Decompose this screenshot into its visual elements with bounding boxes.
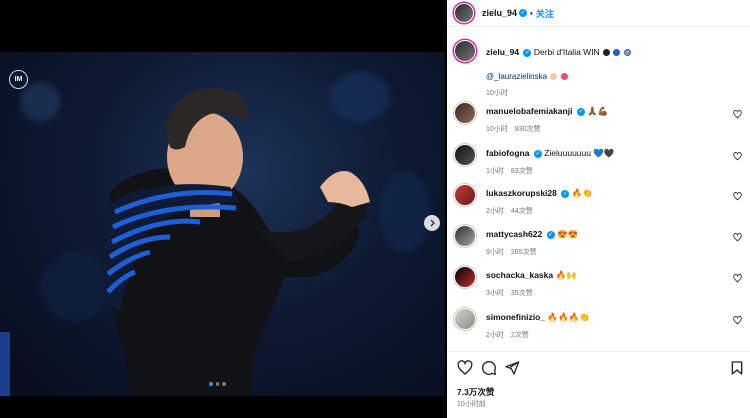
comment-like-icon[interactable] [733, 233, 742, 242]
comment-text: 🔥🙌 [555, 270, 577, 280]
comment-time: 1小时 [486, 168, 504, 175]
comment-like-icon[interactable] [733, 316, 742, 325]
carousel-dot [215, 382, 219, 386]
commenter-avatar[interactable] [454, 225, 476, 247]
comment-icon[interactable] [481, 360, 497, 376]
like-icon[interactable] [457, 360, 473, 376]
commenter-avatar[interactable] [454, 308, 476, 330]
verified-icon: ✓ [546, 230, 555, 239]
comment-time: 9小时 [486, 249, 504, 256]
action-bar [457, 360, 747, 378]
commenter-username[interactable]: manuelobafemiakanji [486, 106, 572, 116]
follow-button[interactable]: 关注 [536, 7, 554, 20]
author-avatar[interactable] [454, 40, 476, 62]
comment-like-icon[interactable] [733, 192, 742, 201]
commenter-username[interactable]: mattycash622 [486, 229, 542, 239]
post-header: zielu_94 ✓ • 关注 [447, 0, 750, 27]
comment-text: 😍😍 [556, 229, 579, 239]
chevron-right-icon [430, 219, 435, 227]
divider [447, 351, 750, 352]
carousel-indicator [209, 382, 226, 386]
inter-crest-emoji [623, 49, 631, 57]
black-circle-emoji [603, 49, 611, 57]
comments-list: zielu_94 ✓ Derbi d'Italia WIN @_laurazie… [447, 32, 750, 350]
comment-time: 2小时 [486, 208, 504, 215]
commenter-username[interactable]: sochacka_kaska [486, 270, 553, 280]
comment-time: 3小时 [486, 290, 504, 297]
club-logo-icon: IM [9, 70, 28, 89]
caption-username[interactable]: zielu_94 [486, 47, 519, 57]
commenter-username[interactable]: fabiofogna [486, 148, 529, 158]
commenter-avatar[interactable] [454, 144, 476, 166]
comment-like-count[interactable]: 83次赞 [511, 168, 533, 175]
verified-icon: ✓ [519, 9, 528, 17]
post-photo [0, 52, 445, 396]
author-username[interactable]: zielu_94 [482, 8, 517, 18]
caption-text: Derbi d'Italia WIN [533, 47, 600, 57]
comment-time: 2小时 [486, 332, 504, 339]
player-figure [0, 88, 370, 396]
like-count[interactable]: 7.3万次赞 [457, 386, 494, 398]
carousel-next-button[interactable] [424, 215, 440, 231]
caption-mention[interactable]: @_laurazielinska [486, 72, 547, 81]
commenter-avatar[interactable] [454, 184, 476, 206]
save-icon[interactable] [729, 360, 745, 376]
verified-icon: ✓ [561, 189, 570, 198]
comment-text: Zieluuuuuuu 💙🖤 [544, 148, 615, 158]
commenter-avatar[interactable] [454, 102, 476, 124]
comment-like-count[interactable]: 930次赞 [515, 126, 541, 133]
separator-dot: • [530, 8, 533, 18]
carousel-dot [209, 382, 213, 386]
post-timestamp: 10小时前 [457, 401, 486, 408]
author-avatar[interactable] [454, 3, 474, 23]
comment-like-icon[interactable] [733, 152, 742, 161]
comment-like-count[interactable]: 35次赞 [511, 290, 533, 297]
verified-icon: ✓ [576, 107, 585, 116]
comment-like-icon[interactable] [733, 274, 742, 283]
commenter-avatar[interactable] [454, 266, 476, 288]
comment-like-count[interactable]: 2次赞 [511, 332, 529, 339]
blue-circle-emoji [613, 49, 621, 57]
verified-icon: ✓ [523, 48, 532, 57]
post-side-panel: zielu_94 ✓ • 关注 zielu_94 ✓ Derbi d'Itali… [447, 0, 750, 418]
share-icon[interactable] [504, 360, 520, 376]
comment-like-icon[interactable] [733, 110, 742, 119]
post-media: IM [0, 0, 445, 418]
verified-icon: ✓ [533, 149, 542, 158]
commenter-username[interactable]: lukaszkorupski28 [486, 188, 557, 198]
heart-emoji [560, 73, 568, 81]
comment-time: 10小时 [486, 126, 508, 133]
carousel-dot [222, 382, 226, 386]
comment-like-count[interactable]: 265次赞 [511, 249, 537, 256]
comment-text: 🔥🔥🔥👏 [547, 312, 590, 322]
hands-emoji [550, 73, 558, 81]
comment-text: 🙏🏾💪🏾 [587, 106, 609, 116]
comment-text: 🔥👏 [571, 188, 593, 198]
commenter-username[interactable]: simonefinizio_ [486, 312, 545, 322]
caption-time: 10小时 [486, 90, 508, 97]
comment-like-count[interactable]: 44次赞 [511, 208, 533, 215]
